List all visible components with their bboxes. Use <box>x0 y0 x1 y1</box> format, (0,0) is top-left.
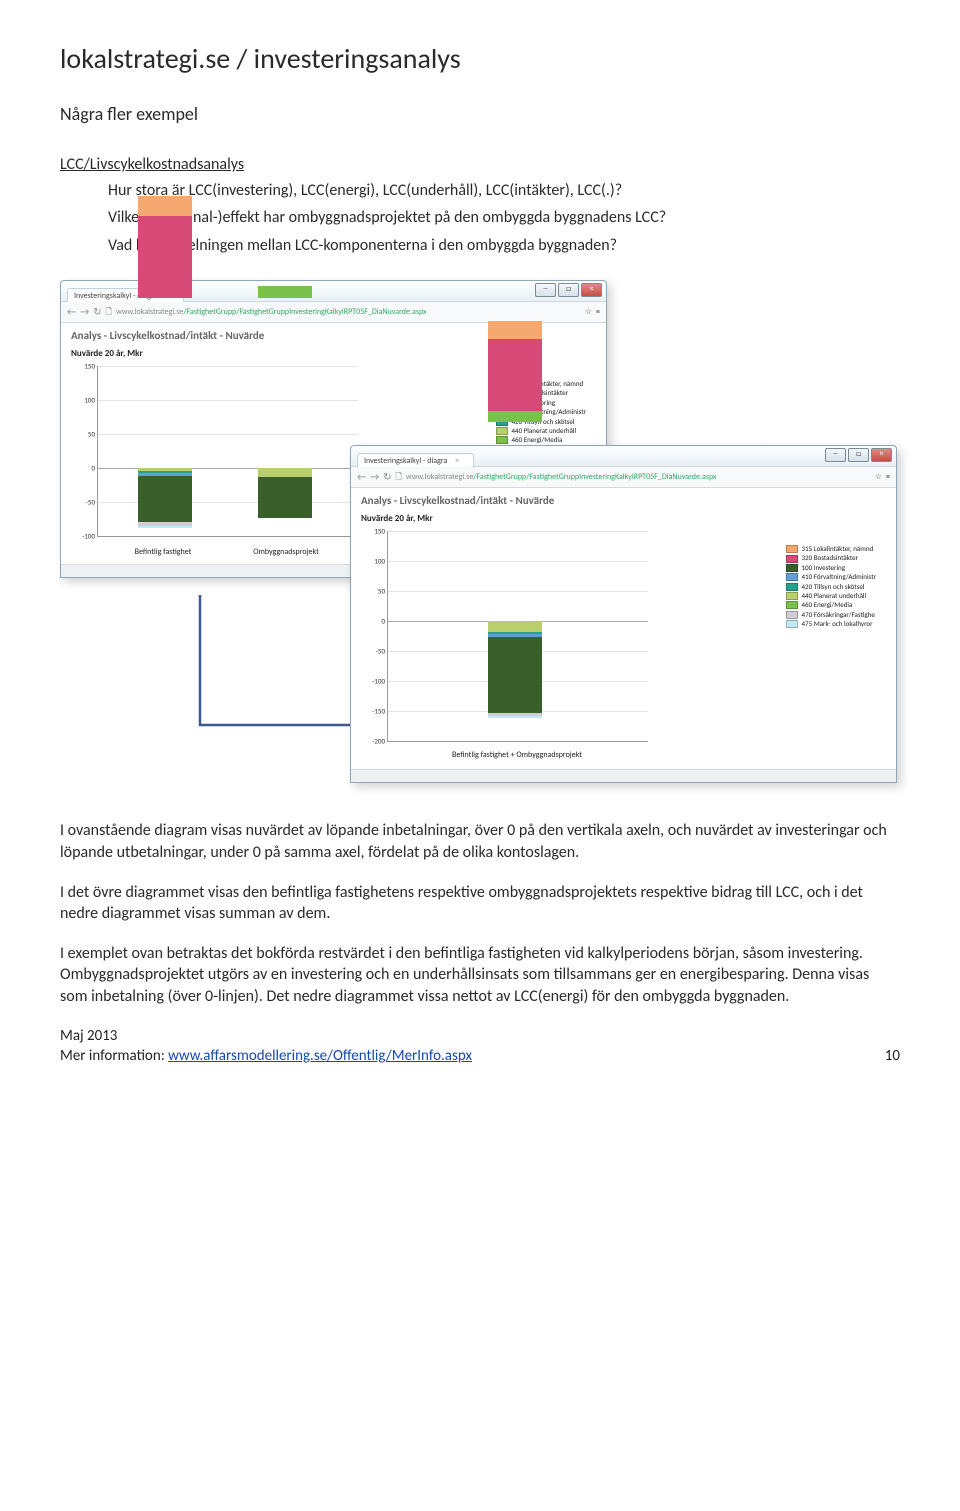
legend-item: 100 Investering <box>786 564 876 572</box>
ytick: 150 <box>71 361 95 370</box>
ytick: -50 <box>71 497 95 506</box>
ytick: -200 <box>361 736 385 745</box>
legend-item: 315 Lokalintäkter, nämnd <box>786 545 876 553</box>
footer: Maj 2013 Mer information: www.affarsmode… <box>60 1026 900 1067</box>
browser-window-2: Investeringskalkyl - diagra × ─ □ × ← → … <box>350 445 897 782</box>
footer-more-label: Mer information: <box>60 1047 168 1065</box>
bookmark-icon[interactable]: ☆ <box>585 307 592 318</box>
legend-item: 475 Mark- och lokalhyror <box>786 620 876 628</box>
legend-item: 410 Förvaltning/Administr <box>786 573 876 581</box>
site-info-icon[interactable]: 🗋 <box>106 307 112 318</box>
ytick: 0 <box>71 463 95 472</box>
menu-icon[interactable]: ≡ <box>596 307 600 318</box>
page-title: lokalstrategi.se / investeringsanalys <box>60 40 900 78</box>
legend-2: 315 Lokalintäkter, nämnd320 Bostadsintäk… <box>786 545 876 630</box>
back-icon[interactable]: ← <box>67 305 76 319</box>
ytick: 50 <box>71 429 95 438</box>
footer-date: Maj 2013 <box>60 1026 472 1046</box>
legend-item: 440 Planerat underhåll <box>496 427 586 435</box>
page-subtitle: Några fler exempel <box>60 102 900 126</box>
minimize-button[interactable]: ─ <box>535 283 556 297</box>
xlabel-1: Befintlig fastighet <box>103 547 223 558</box>
legend-item: 420 Tillsyn och skötsel <box>786 583 876 591</box>
ytick: -50 <box>361 646 385 655</box>
legend-item: 470 Försäkringar/Fastighe <box>786 611 876 619</box>
browser-tab[interactable]: Investeringskalkyl - diagra × <box>357 453 474 468</box>
ytick: 100 <box>361 556 385 565</box>
ytick: 0 <box>361 616 385 625</box>
legend-item: 460 Energi/Media <box>496 436 586 444</box>
menu-icon[interactable]: ≡ <box>886 472 890 483</box>
section-heading: LCC/Livscykelkostnadsanalys <box>60 154 900 176</box>
tab-close-icon[interactable]: × <box>455 456 459 466</box>
intro-q1: Hur stora är LCC(investering), LCC(energ… <box>108 180 900 202</box>
maximize-button[interactable]: □ <box>848 448 869 462</box>
reload-icon[interactable]: ↻ <box>93 305 101 319</box>
xlabel-2: Ombyggnadsprojekt <box>221 547 351 558</box>
close-button[interactable]: × <box>871 448 892 462</box>
body-p3: I exemplet ovan betraktas det bokförda r… <box>60 943 900 1008</box>
intro-questions: Hur stora är LCC(investering), LCC(energ… <box>108 180 900 257</box>
url-path: /FastighetGrupp/FastighetGruppInvesterin… <box>183 307 426 317</box>
address-bar[interactable]: www.lokalstrategi.se/FastighetGrupp/Fast… <box>406 472 871 483</box>
url-host: www.lokalstrategi.se <box>406 472 473 482</box>
ytick: 150 <box>361 526 385 535</box>
bookmark-icon[interactable]: ☆ <box>875 472 882 483</box>
ytick: -150 <box>361 706 385 715</box>
intro-q3: Vad blir fördelningen mellan LCC-kompone… <box>108 235 900 257</box>
screenshots-canvas: Investeringskalkyl - diagra × ─ □ × ← → … <box>60 280 900 800</box>
legend-item: 440 Planerat underhåll <box>786 592 876 600</box>
legend-item: 320 Bostadsintäkter <box>786 554 876 562</box>
forward-icon[interactable]: → <box>370 470 379 484</box>
forward-icon[interactable]: → <box>80 305 89 319</box>
scrollbar[interactable] <box>351 769 896 782</box>
address-bar[interactable]: www.lokalstrategi.se/FastighetGrupp/Fast… <box>116 307 581 318</box>
ytick: 50 <box>361 586 385 595</box>
url-host: www.lokalstrategi.se <box>116 307 183 317</box>
body-p1: I ovanstående diagram visas nuvärdet av … <box>60 820 900 863</box>
body-p2: I det övre diagrammet visas den befintli… <box>60 882 900 925</box>
body-text: I ovanstående diagram visas nuvärdet av … <box>60 820 900 1007</box>
minimize-button[interactable]: ─ <box>825 448 846 462</box>
url-path: /FastighetGrupp/FastighetGruppInvesterin… <box>473 472 716 482</box>
tab-label: Investeringskalkyl - diagra <box>364 456 447 466</box>
maximize-button[interactable]: □ <box>558 283 579 297</box>
site-info-icon[interactable]: 🗋 <box>396 472 402 483</box>
legend-item: 460 Energi/Media <box>786 601 876 609</box>
report-subtitle-2: Nuvärde 20 år, Mkr <box>351 509 896 527</box>
intro-q2: Vilken (marginal-)effekt har ombyggnadsp… <box>108 207 900 229</box>
page-number: 10 <box>885 1046 900 1066</box>
reload-icon[interactable]: ↻ <box>383 470 391 484</box>
ytick: -100 <box>361 676 385 685</box>
close-button[interactable]: × <box>581 283 602 297</box>
ytick: -100 <box>71 531 95 540</box>
chart-2: 150 100 50 0 -50 -100 -150 -200 <box>361 531 886 761</box>
ytick: 100 <box>71 395 95 404</box>
back-icon[interactable]: ← <box>357 470 366 484</box>
report-title-2: Analys - Livscykelkostnad/intäkt - Nuvär… <box>351 488 896 509</box>
xlabel-combined: Befintlig fastighet + Ombyggnadsprojekt <box>387 750 647 761</box>
footer-link[interactable]: www.affarsmodellering.se/Offentlig/MerIn… <box>168 1047 472 1065</box>
